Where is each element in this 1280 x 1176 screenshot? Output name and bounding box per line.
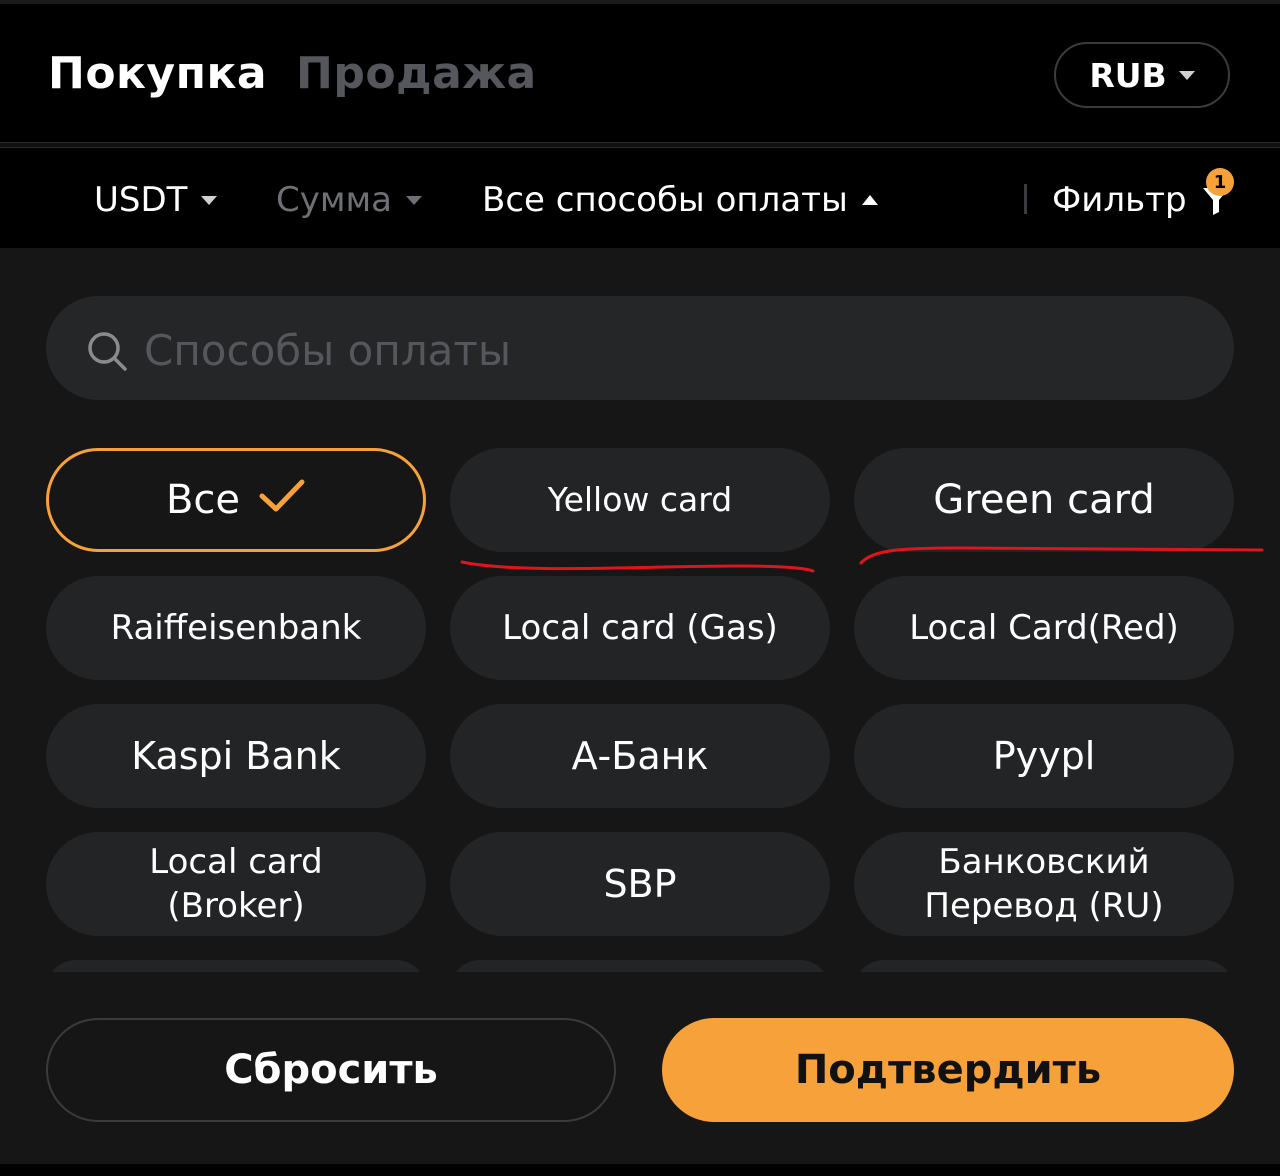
- payment-chip-sbp[interactable]: SBP: [450, 832, 830, 936]
- chip-label: Local card (Broker): [149, 842, 323, 926]
- payment-chip-local-card-red[interactable]: Local Card(Red): [854, 576, 1234, 680]
- chip-label: Все: [165, 477, 241, 523]
- currency-label: RUB: [1089, 55, 1167, 95]
- payment-chip-ruypl[interactable]: Руypl: [854, 704, 1234, 808]
- filter-count-badge: 1: [1206, 168, 1234, 196]
- tab-sell[interactable]: Продажа: [296, 48, 537, 99]
- filter-label: Фильтр: [1052, 180, 1187, 220]
- chip-label: Green card: [933, 477, 1155, 523]
- separator: [1024, 184, 1027, 214]
- amount-label: Сумма: [276, 180, 392, 220]
- chevron-up-icon: [861, 195, 878, 205]
- top-bar: Покупка Продажа RUB: [0, 0, 1280, 142]
- search-icon: [86, 330, 128, 372]
- currency-selector[interactable]: RUB: [1054, 42, 1230, 108]
- bottom-edge: [0, 1164, 1280, 1176]
- reset-button[interactable]: Сбросить: [46, 1018, 616, 1122]
- chip-label: Local card (Gas): [502, 608, 778, 648]
- asset-label: USDT: [94, 180, 188, 220]
- amount-selector[interactable]: Сумма: [276, 180, 422, 220]
- asset-selector[interactable]: USDT: [94, 180, 218, 220]
- chip-label: Local Card(Red): [909, 608, 1179, 648]
- chip-label: Kaspi Bank: [131, 734, 341, 778]
- chevron-down-icon: [1178, 70, 1195, 80]
- payment-chip-kaspi-bank[interactable]: Kaspi Bank: [46, 704, 426, 808]
- search-input[interactable]: [144, 322, 1204, 378]
- confirm-label: Подтвердить: [794, 1047, 1102, 1093]
- checkmark-icon: [258, 478, 306, 523]
- payment-chip-yellow-card[interactable]: Yellow card: [450, 448, 830, 552]
- chevron-down-icon: [406, 195, 422, 205]
- payment-methods-label: Все способы оплаты: [482, 180, 848, 220]
- payment-chip-a-bank[interactable]: А-Банк: [450, 704, 830, 808]
- payment-chip-green-card[interactable]: Green card: [854, 448, 1234, 552]
- chip-label: SBP: [603, 862, 677, 906]
- confirm-button[interactable]: Подтвердить: [662, 1018, 1234, 1122]
- chevron-down-icon: [201, 195, 218, 205]
- payment-methods-selector[interactable]: Все способы оплаты: [482, 180, 878, 220]
- payment-chip-local-card-broker[interactable]: Local card (Broker): [46, 832, 426, 936]
- chip-label: Руypl: [992, 734, 1096, 778]
- chip-label: Банковский Перевод (RU): [924, 842, 1164, 926]
- chip-label: Yellow card: [547, 480, 733, 519]
- reset-label: Сбросить: [224, 1047, 438, 1093]
- chip-label: Raiffeisenbank: [110, 608, 362, 648]
- payment-chip-all[interactable]: Все: [46, 448, 426, 552]
- filter-bar: USDT Сумма Все способы оплаты Фильтр: [0, 148, 1280, 248]
- payment-chip-raiffeisenbank[interactable]: Raiffeisenbank: [46, 576, 426, 680]
- payment-chip-bank-transfer-ru[interactable]: Банковский Перевод (RU): [854, 832, 1234, 936]
- tab-buy[interactable]: Покупка: [48, 48, 267, 99]
- chip-label: А-Банк: [571, 734, 709, 778]
- filter-button[interactable]: Фильтр: [1052, 180, 1231, 220]
- payment-chip-local-card-gas[interactable]: Local card (Gas): [450, 576, 830, 680]
